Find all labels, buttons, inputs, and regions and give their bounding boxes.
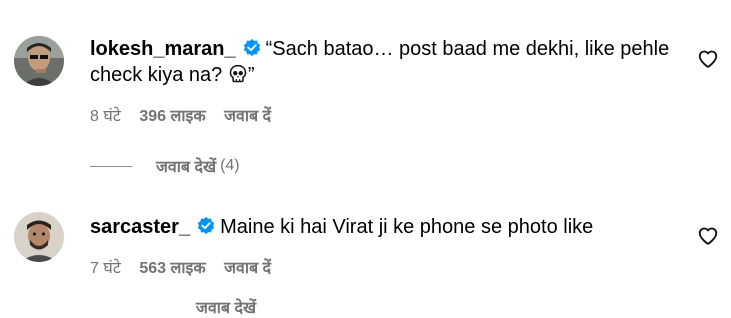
username[interactable]: lokesh_maran_ [90,38,236,60]
skull-emoji-icon [228,64,248,84]
timestamp: 8 घंटे [90,108,121,125]
reply-button[interactable]: जवाब दें [224,260,271,277]
like-heart-icon[interactable] [697,48,719,70]
comment-text-end: ” [247,64,255,86]
like-count[interactable]: 563 लाइक [139,260,205,277]
divider [90,165,132,167]
like-count[interactable]: 396 लाइक [139,108,205,125]
comment-text: Maine ki hai Virat ji ke phone se photo … [220,216,594,238]
reply-button[interactable]: जवाब दें [224,108,271,125]
comment-text: “Sach batao… post baad me dekhi, like pe… [265,38,670,60]
verified-badge-icon [196,216,216,236]
view-replies-cutoff[interactable]: जवाब देखें [196,296,256,318]
view-replies-label: जवाब देखें [156,159,217,176]
comment-body: sarcaster_ Maine ki hai Virat ji ke phone… [90,214,681,240]
comment-meta: 8 घंटे 396 लाइक जवाब दें [90,104,285,126]
like-heart-icon[interactable] [697,225,719,247]
comment-body: lokesh_maran_ “Sach batao… post baad me d… [90,36,681,88]
avatar[interactable] [14,36,64,86]
username[interactable]: sarcaster_ [90,216,190,238]
verified-badge-icon [242,38,262,58]
avatar[interactable] [14,212,64,262]
comment-meta: 7 घंटे 563 लाइक जवाब दें [90,256,285,278]
comment-text-cont: check kiya na? [90,64,228,86]
view-replies-button[interactable]: जवाब देखें (4) [90,155,240,177]
view-replies-count: (4) [220,157,240,174]
timestamp: 7 घंटे [90,260,121,277]
